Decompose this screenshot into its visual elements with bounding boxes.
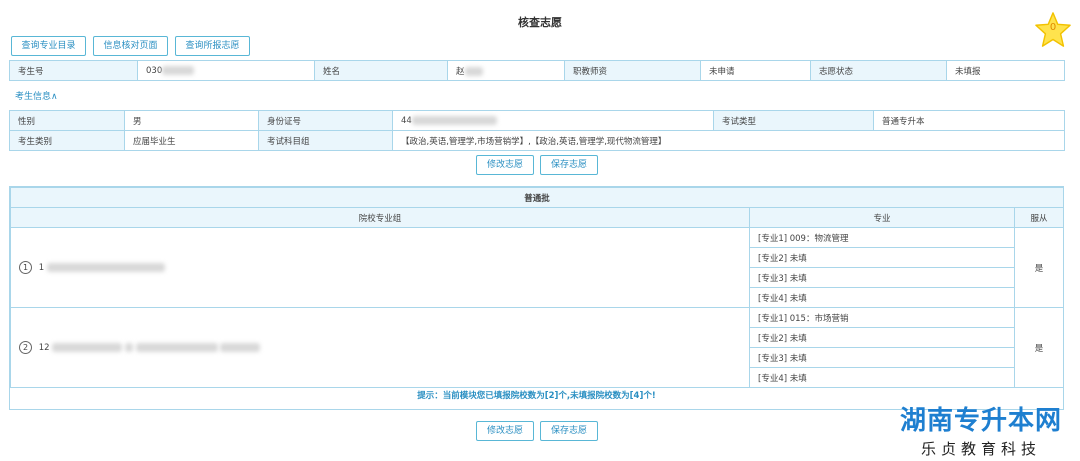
table-row: 2 12 [专业1] 015：市场营销 是 (10, 307, 1064, 388)
candidate-category-value: 应届毕业生 (124, 130, 259, 151)
group-number-badge: 1 (19, 261, 32, 274)
id-number-value: 44 (392, 110, 714, 131)
exam-type-label: 考试类型 (713, 110, 874, 131)
modify-wish-button[interactable]: 修改志愿 (476, 155, 534, 175)
save-wish-button[interactable]: 保存志愿 (540, 155, 598, 175)
column-header-major: 专业 (749, 207, 1015, 228)
school-group-1[interactable]: 1 1 (10, 227, 750, 308)
page-title: 核查志愿 (518, 16, 562, 29)
major-slot[interactable]: [专业3] 未填 (749, 267, 1015, 288)
id-number-label: 身份证号 (258, 110, 393, 131)
exam-no-label: 考生号 (9, 60, 138, 81)
column-header-obey: 服从 (1014, 207, 1064, 228)
major-slot[interactable]: [专业2] 未填 (749, 247, 1015, 268)
exam-subjects-label: 考试科目组 (258, 130, 393, 151)
modify-wish-button-bottom[interactable]: 修改志愿 (476, 421, 534, 441)
major-slot[interactable]: [专业4] 未填 (749, 367, 1015, 388)
exam-no-value: 030 (137, 60, 315, 81)
brand-logo: 湖南专升本网 (899, 406, 1062, 436)
candidate-info-toggle[interactable]: 考生信息∧ (15, 89, 58, 102)
major-slot[interactable]: [专业1] 015：市场营销 (749, 307, 1015, 328)
batch-table: 普通批 院校专业组 专业 服从 1 1 [专业1] 009：物流管理 是 [专业… (10, 187, 1064, 388)
brand-subtitle: 乐贞教育科技 (920, 440, 1041, 458)
obey-value: 是 (1014, 307, 1064, 388)
school-group-2[interactable]: 2 12 (10, 307, 750, 388)
wish-status-value: 未填报 (946, 60, 1065, 81)
candidate-basic-table: 考生号 030 姓名 赵 职教师资 未申请 志愿状态 未填报 (9, 60, 1065, 81)
table-row: 1 1 [专业1] 009：物流管理 是 (10, 227, 1064, 308)
batch-title: 普通批 (10, 187, 1064, 208)
name-value: 赵 (447, 60, 565, 81)
major-slot[interactable]: [专业3] 未填 (749, 347, 1015, 368)
info-check-page-button[interactable]: 信息核对页面 (93, 36, 168, 56)
major-slot[interactable]: [专业4] 未填 (749, 287, 1015, 308)
star-count: 0 (1049, 22, 1057, 33)
qualification-label: 职教师资 (564, 60, 701, 81)
column-header-group: 院校专业组 (10, 207, 750, 228)
qualification-value: 未申请 (700, 60, 811, 81)
query-submitted-wishes-button[interactable]: 查询所报志愿 (175, 36, 250, 56)
batch-panel: 普通批 院校专业组 专业 服从 1 1 [专业1] 009：物流管理 是 [专业… (9, 186, 1064, 410)
gender-label: 性别 (9, 110, 125, 131)
exam-type-value: 普通专升本 (873, 110, 1065, 131)
major-slot[interactable]: [专业2] 未填 (749, 327, 1015, 348)
name-label: 姓名 (314, 60, 448, 81)
gender-value: 男 (124, 110, 259, 131)
major-slot[interactable]: [专业1] 009：物流管理 (749, 227, 1015, 248)
candidate-category-label: 考生类别 (9, 130, 125, 151)
candidate-detail-table: 性别 男 身份证号 44 考试类型 普通专升本 考生类别 应届毕业生 考试科目组… (9, 110, 1065, 151)
wish-status-label: 志愿状态 (810, 60, 947, 81)
exam-subjects-value: 【政治,英语,管理学,市场营销学】,【政治,英语,管理学,现代物流管理】 (392, 130, 1065, 151)
obey-value: 是 (1014, 227, 1064, 308)
group-number-badge: 2 (19, 341, 32, 354)
query-major-catalog-button[interactable]: 查询专业目录 (11, 36, 86, 56)
save-wish-button-bottom[interactable]: 保存志愿 (540, 421, 598, 441)
